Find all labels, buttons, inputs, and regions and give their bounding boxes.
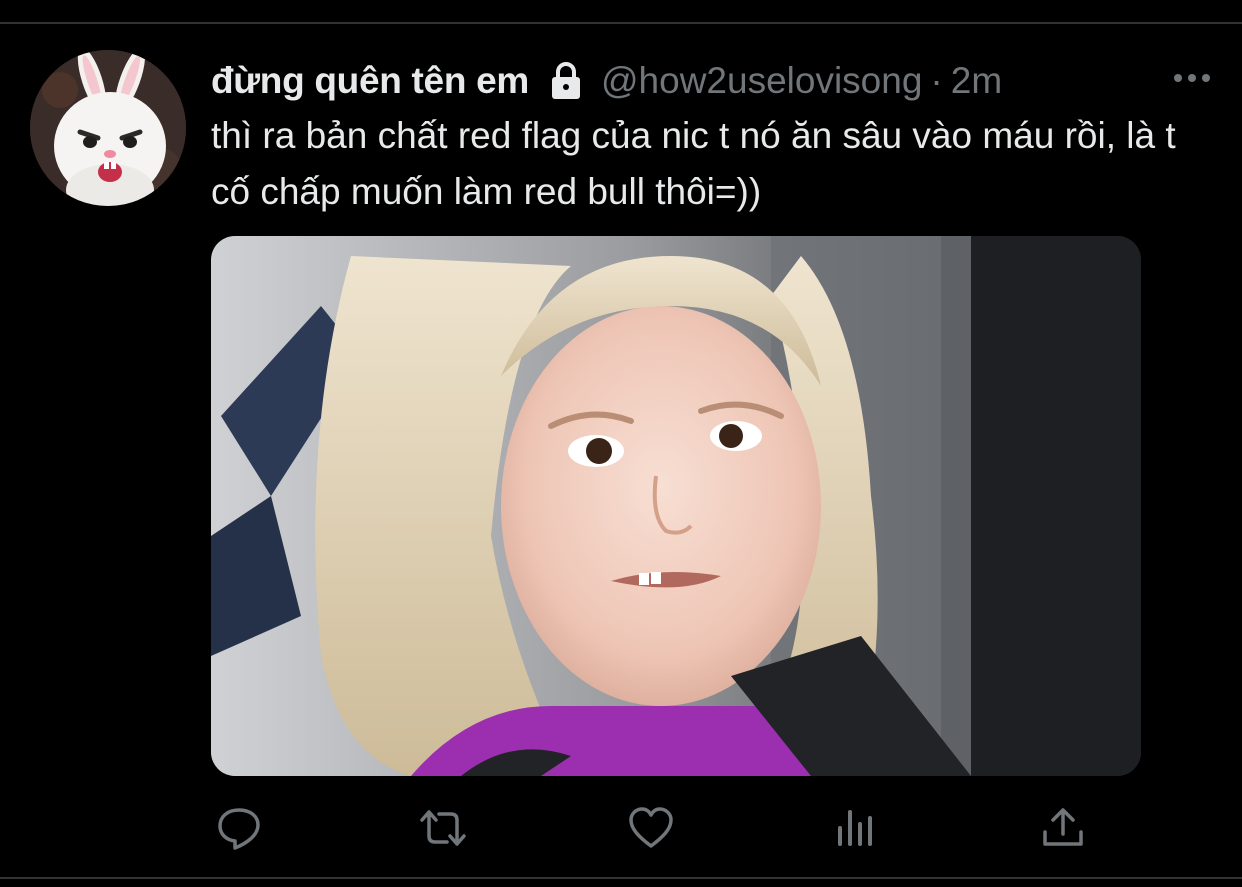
more-horizontal-icon [1174, 74, 1210, 82]
bottom-divider [0, 877, 1242, 887]
analytics-button[interactable] [828, 800, 884, 856]
top-divider [0, 0, 1242, 24]
separator-dot: · [930, 60, 943, 101]
like-button[interactable] [623, 800, 679, 856]
tweet-text: thì ra bản chất red flag của nic t nó ăn… [211, 115, 1176, 212]
share-icon [1043, 808, 1083, 846]
reply-icon [218, 808, 260, 850]
lock-icon [549, 61, 583, 101]
heart-icon [629, 807, 673, 848]
display-name[interactable]: đừng quên tên em [211, 60, 529, 102]
tweet-media-image[interactable] [211, 236, 1141, 776]
retweet-button[interactable] [415, 800, 471, 856]
photo-illustration [211, 236, 1141, 776]
tweet-header: đừng quên tên em @how2uselovisong · 2m [211, 56, 1201, 106]
timestamp[interactable]: 2m [951, 60, 1002, 102]
retweet-icon [420, 810, 466, 846]
tweet-action-bar [211, 800, 1091, 856]
more-options-button[interactable] [1170, 60, 1214, 96]
share-button[interactable] [1035, 800, 1091, 856]
analytics-icon [838, 810, 872, 846]
avatar[interactable] [30, 50, 186, 206]
user-handle[interactable]: @how2uselovisong [601, 60, 922, 102]
reply-button[interactable] [211, 800, 267, 856]
avatar-image [30, 50, 186, 206]
